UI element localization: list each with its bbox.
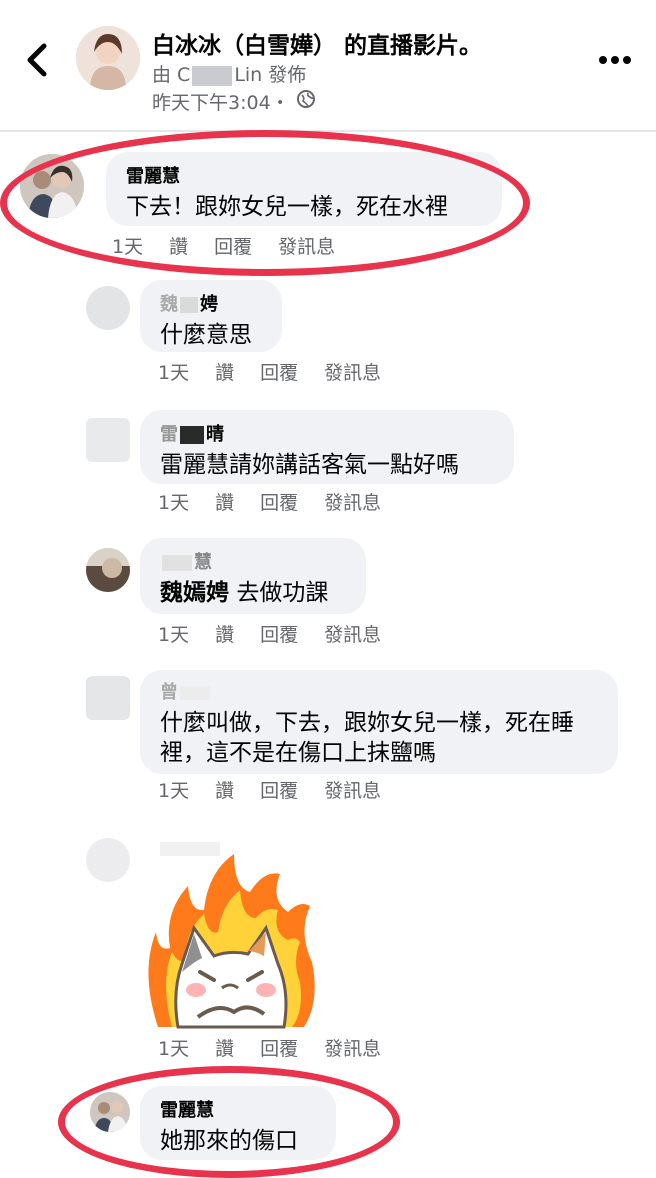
comment-text: 什麼意思 [160,322,252,348]
like-button[interactable]: 讚 [215,492,234,514]
name-visible-part: 魏 [160,294,178,315]
post-author[interactable]: 由 C Lin 發佈 [152,60,306,87]
comment-bubble[interactable]: 曾 什麼叫做，下去，跟妳女兒一樣，死在睡裡，這不是在傷口上抹鹽嗎 [140,670,618,774]
avatar[interactable] [86,548,130,592]
timestamp-text: 昨天下午3:04・ [152,92,290,114]
name-visible-part: 雷 [160,424,178,445]
message-button[interactable]: 發訊息 [324,624,381,646]
comment-time: 1天 [158,780,190,802]
like-button[interactable]: 讚 [215,1038,234,1060]
like-button[interactable]: 讚 [215,362,234,384]
message-button[interactable]: 發訊息 [324,1038,381,1060]
comment-time: 1天 [158,362,190,384]
post-timestamp: 昨天下午3:04・ [152,88,316,115]
message-button[interactable]: 發訊息 [324,780,381,802]
comment-actions: 1天 讚 回覆 發訊息 [158,488,407,515]
globe-icon [296,89,316,114]
author-suffix: Lin 發佈 [234,64,307,86]
reply-button[interactable]: 回覆 [260,362,298,384]
comment-body: 去做功課 [236,580,329,606]
mention-link[interactable]: 魏嫣娉 [160,580,229,606]
comment-time: 1天 [158,492,190,514]
redacted-block [162,555,192,571]
comment-actions: 1天 讚 回覆 發訊息 [158,358,407,385]
commenter-name[interactable]: 雷晴 [160,420,494,446]
commenter-name[interactable]: 雷麗慧 [126,162,482,188]
avatar[interactable] [20,154,84,218]
comment-text: 她那來的傷口 [160,1128,298,1154]
redacted-block [192,65,233,86]
comment-actions: 1天 讚 回覆 發訊息 [112,232,361,259]
avatar[interactable] [86,838,130,882]
comment-bubble[interactable]: 雷晴 雷麗慧請妳講話客氣一點好嗎 [140,410,514,484]
like-button[interactable]: 讚 [169,236,188,258]
author-prefix: 由 C [152,64,191,86]
more-horizontal-icon[interactable] [598,46,632,66]
comment-text: 雷麗慧請妳講話客氣一點好嗎 [160,452,459,478]
avatar[interactable] [86,286,130,330]
commenter-name[interactable]: 雷麗慧 [160,1096,316,1122]
avatar[interactable] [86,676,130,720]
message-button[interactable]: 發訊息 [324,492,381,514]
comment-bubble[interactable]: 雷麗慧 下去！跟妳女兒一樣，死在水裡 [106,152,502,226]
commenter-name[interactable]: 慧 [160,548,346,574]
comment-bubble[interactable]: 雷麗慧 她那來的傷口 [140,1086,336,1160]
like-button[interactable]: 讚 [215,780,234,802]
name-visible-part: 曾 [160,682,178,703]
post-title[interactable]: 白冰冰（白雪嬅） 的直播影片。 [152,26,482,60]
reply-button[interactable]: 回覆 [260,492,298,514]
message-button[interactable]: 發訊息 [324,362,381,384]
reply-button[interactable]: 回覆 [260,1038,298,1060]
comment-text: 下去！跟妳女兒一樣，死在水裡 [126,194,448,220]
avatar[interactable] [86,418,130,462]
reply-button[interactable]: 回覆 [214,236,252,258]
commenter-name[interactable]: 魏娉 [160,290,262,316]
comment-actions: 1天 讚 回覆 發訊息 [158,1034,407,1061]
comment-text: 什麼叫做，下去，跟妳女兒一樣，死在睡裡，這不是在傷口上抹鹽嗎 [160,710,574,766]
chevron-left-icon[interactable] [22,38,58,82]
redacted-block [180,297,198,313]
avatar[interactable] [90,1092,130,1132]
redacted-block [180,426,204,444]
angry-cat-sticker[interactable] [138,852,318,1032]
redacted-block [180,686,210,700]
comment-text: 魏嫣娉 去做功課 [160,578,346,608]
comment-bubble[interactable]: 慧 魏嫣娉 去做功課 [140,538,366,614]
name-suffix: 娉 [200,294,218,315]
comment-actions: 1天 讚 回覆 發訊息 [158,776,407,803]
name-suffix: 晴 [206,424,224,445]
like-button[interactable]: 讚 [215,624,234,646]
commenter-name[interactable]: 曾 [160,678,598,704]
comment-time: 1天 [112,236,144,258]
reply-button[interactable]: 回覆 [260,624,298,646]
comment-time: 1天 [158,1038,190,1060]
reply-button[interactable]: 回覆 [260,780,298,802]
page-avatar[interactable] [76,26,140,90]
comment-bubble[interactable]: 魏娉 什麼意思 [140,280,282,352]
comment-actions: 1天 讚 回覆 發訊息 [158,620,407,647]
message-button[interactable]: 發訊息 [278,236,335,258]
comment-time: 1天 [158,624,190,646]
post-header: 白冰冰（白雪嬅） 的直播影片。 由 C Lin 發佈 昨天下午3:04・ [0,0,656,132]
name-suffix: 慧 [194,552,212,573]
